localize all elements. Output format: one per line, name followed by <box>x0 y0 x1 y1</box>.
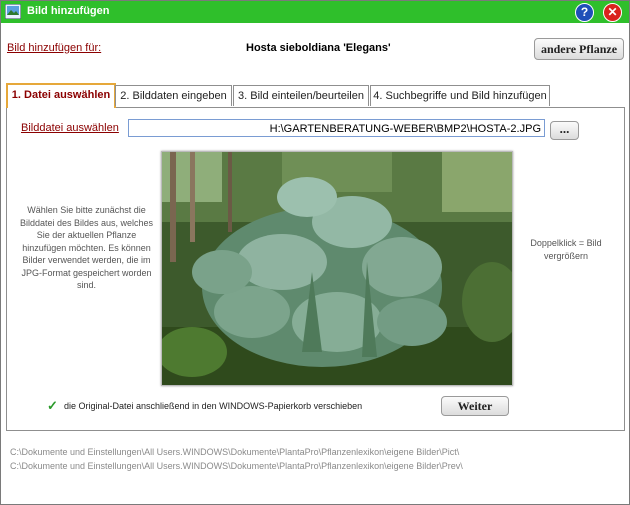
window-title: Bild hinzufügen <box>27 5 110 17</box>
tab-classify-image[interactable]: 3. Bild einteilen/beurteilen <box>233 85 369 106</box>
doubleclick-hint: Doppelklick = Bild vergrößern <box>530 238 602 261</box>
next-button[interactable]: Weiter <box>441 396 509 416</box>
for-plant-link[interactable]: Bild hinzufügen für: <box>7 42 101 54</box>
hosta-photo <box>162 152 512 385</box>
prev-path: C:\Dokumente und Einstellungen\All Users… <box>10 461 463 471</box>
title-bar[interactable]: Bild hinzufügen ? ✕ <box>1 1 629 23</box>
tab-select-file[interactable]: 1. Datei auswählen <box>6 83 116 108</box>
file-select-link[interactable]: Bilddatei auswählen <box>21 122 119 134</box>
image-preview[interactable] <box>161 151 513 386</box>
checkmark-icon[interactable]: ✓ <box>47 398 58 414</box>
recycle-option-label[interactable]: die Original-Datei anschließend in den W… <box>64 401 362 411</box>
tab-image-data[interactable]: 2. Bilddaten eingeben <box>115 85 232 106</box>
dialog-window: Bild hinzufügen ? ✕ Bild hinzufügen für:… <box>0 0 630 505</box>
app-icon <box>5 4 21 19</box>
file-path-field[interactable]: H:\GARTENBERATUNG-WEBER\BMP2\HOSTA-2.JPG <box>128 119 545 137</box>
close-icon[interactable]: ✕ <box>603 3 622 22</box>
pict-path: C:\Dokumente und Einstellungen\All Users… <box>10 447 460 457</box>
help-text: Wählen Sie bitte zunächst die Bilddatei … <box>19 205 154 290</box>
other-plant-button[interactable]: andere Pflanze <box>534 38 624 60</box>
help-icon[interactable]: ? <box>575 3 594 22</box>
tab-keywords-add[interactable]: 4. Suchbegriffe und Bild hinzufügen <box>370 85 550 106</box>
browse-button[interactable]: ... <box>550 121 579 140</box>
plant-name: Hosta sieboldiana 'Elegans' <box>246 42 391 54</box>
